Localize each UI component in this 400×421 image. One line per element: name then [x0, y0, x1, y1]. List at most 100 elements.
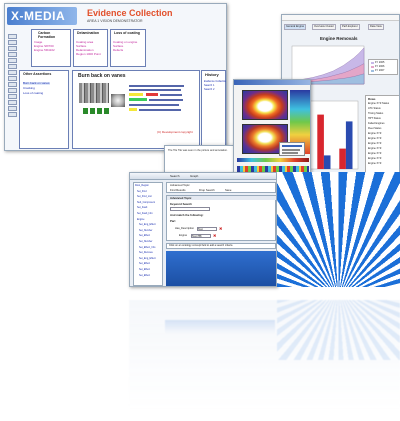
other-assertion-item[interactable]: Loss of coating — [23, 92, 43, 95]
bar — [345, 121, 353, 169]
tree-item[interactable]: Set_Effect — [139, 268, 150, 271]
legend-swatch — [371, 66, 374, 68]
history-item[interactable]: Search 2 — [204, 88, 214, 92]
tree-item[interactable]: Sub_Component — [137, 201, 155, 204]
toolbar-find-results[interactable]: Find Results — [170, 189, 186, 192]
sidebar-button[interactable] — [8, 40, 17, 45]
side-panel-item[interactable]: Engine XYZ Status — [368, 102, 389, 106]
side-panel-label: Rows — [368, 97, 376, 101]
chart-tab[interactable]: Data View — [368, 24, 384, 30]
thermal-context-menu[interactable] — [279, 142, 305, 156]
chart-tab[interactable]: Overview Cluster — [312, 24, 336, 30]
side-panel-item[interactable]: Engine XYZ — [368, 142, 381, 146]
remove-criteria-icon[interactable]: ✖ — [219, 227, 222, 231]
menu-item[interactable] — [282, 145, 302, 147]
toolbar-advanced-topic[interactable]: Advanced Topic — [170, 184, 190, 187]
side-panel-item[interactable]: ATC Status — [368, 107, 381, 111]
tree-item[interactable]: Set_Fault_Info — [137, 212, 153, 215]
side-panel-item[interactable]: Failed Engines — [368, 122, 385, 126]
other-assertions-title: Other Assertions — [23, 72, 52, 76]
annotation-marker — [83, 108, 109, 114]
side-panel-item[interactable]: Engine XYZ — [368, 157, 381, 161]
keyword-label: Keyword Search — [170, 202, 192, 206]
text-highlight — [129, 98, 147, 101]
sidebar-button[interactable] — [8, 70, 17, 75]
sidebar-button[interactable] — [8, 106, 17, 111]
side-panel-item[interactable]: HPT Status — [368, 117, 381, 121]
side-panel-item[interactable]: Engine XYZ — [368, 132, 381, 136]
side-panel-item[interactable]: Engine XYZ — [368, 147, 381, 151]
criteria-label-description: Has_Description — [175, 227, 195, 230]
other-assertion-item[interactable]: Cracking — [23, 87, 35, 90]
tree-item[interactable]: Set_Effect — [139, 262, 150, 265]
sidebar-button[interactable] — [8, 112, 17, 117]
tree-item[interactable]: Set_Remove — [139, 251, 153, 254]
chart-side-panel: Rows Engine XYZ Status ATC Status Timing S… — [365, 95, 399, 175]
tab-graph[interactable]: Graph — [190, 175, 198, 178]
sidebar-button[interactable] — [8, 76, 17, 81]
sidebar-button[interactable] — [8, 64, 17, 69]
tree-item[interactable]: Set_Effect — [139, 234, 150, 237]
tree-item[interactable]: Set_Eng_Effect — [139, 223, 156, 226]
tree-item[interactable]: Set_Number — [139, 240, 152, 243]
section-delamination: Delamination Coating area Surface Delami… — [73, 29, 108, 67]
tab-search[interactable]: Search — [170, 175, 180, 178]
tree-list: Root_Region Set_Find Set_Find_List Sub_Comp… — [135, 184, 163, 285]
thermal-scale-bar — [237, 158, 309, 162]
sidebar-button[interactable] — [8, 94, 17, 99]
side-panel-item[interactable]: Timing Status — [368, 112, 383, 116]
bar — [317, 114, 324, 169]
criteria-label-engine: Engine — [179, 234, 188, 237]
side-panel-item[interactable]: Engine XYZ — [368, 137, 381, 141]
criteria-input-engine[interactable] — [191, 234, 211, 238]
other-assertion-item[interactable]: Burn back on vanes — [23, 82, 50, 85]
tree-item[interactable]: Root_Region — [135, 184, 149, 187]
tree-item[interactable]: Set_Find — [137, 190, 147, 193]
section-item[interactable]: Engine 5R4102 — [34, 49, 55, 52]
section-item[interactable]: Defects — [113, 49, 123, 52]
search-footer: Click on an ontology concept field to ad… — [166, 243, 276, 249]
other-assertions-panel: Other Assertions Burn back on vanes Crac… — [19, 70, 69, 149]
side-panel-item[interactable]: Engine XYZ — [368, 152, 381, 156]
legend-swatch — [371, 62, 374, 64]
sidebar-button[interactable] — [8, 46, 17, 51]
main-content-title: Burn back on vanes — [78, 73, 126, 79]
tree-item[interactable]: Set_Effect_Info — [139, 246, 155, 249]
menu-item[interactable] — [282, 152, 298, 154]
sidebar-button[interactable] — [8, 52, 17, 57]
main-content-panel: Burn back on vanes (C) Development copyr… — [72, 70, 200, 149]
tree-item[interactable]: Set_Fault — [137, 206, 147, 209]
chart-tab[interactable]: General Engine — [284, 24, 307, 30]
reflection-swirl — [277, 300, 400, 360]
chart-tab[interactable]: Path Explorer — [340, 24, 360, 30]
section-item[interactable]: Region 1000 Point — [76, 53, 101, 56]
toolbar-save[interactable]: Save — [225, 189, 231, 192]
tree-item[interactable]: Set_Find_List — [137, 195, 152, 198]
sidebar-button[interactable] — [8, 58, 17, 63]
footer-link[interactable]: (C) Development copyright — [157, 131, 193, 134]
side-panel-item[interactable]: Fleet Status — [368, 127, 381, 131]
tree-item[interactable]: Set_Number — [139, 229, 152, 232]
section-carbon-formation: Carbon Formation Image Engine S8/700 Eng… — [31, 29, 71, 67]
remove-criteria-icon[interactable]: ✖ — [213, 234, 216, 238]
thermal-titlebar — [234, 80, 310, 85]
side-panel-item[interactable]: Engine XYZ — [368, 162, 381, 166]
sidebar-button[interactable] — [8, 82, 17, 87]
chart-titlebar — [282, 15, 399, 21]
evidence-collection-window: X-MEDIA Evidence Collection AREA 1 VISIO… — [4, 3, 227, 151]
sidebar-button[interactable] — [8, 88, 17, 93]
section-loss-of-coating: Loss of coating Coating on engine Surfac… — [110, 29, 146, 67]
document-paragraph: The Tile Tile was seen in the picture an… — [168, 149, 228, 152]
keyword-input[interactable] — [170, 207, 210, 211]
chart-tabs: General Engine Overview Cluster Path Explo… — [284, 24, 399, 30]
criteria-input-description[interactable] — [197, 227, 217, 231]
search-toolbar: Advanced Topic Find Results Drop Search … — [166, 182, 276, 193]
sidebar-button[interactable] — [8, 100, 17, 105]
tree-item[interactable]: Engine — [137, 218, 144, 221]
sidebar-button[interactable] — [8, 34, 17, 39]
tree-item[interactable]: Set_Eng_Effect — [139, 257, 156, 260]
toolbar-drop-search[interactable]: Drop Search — [199, 189, 215, 192]
tree-item[interactable]: Set_Effect — [139, 274, 150, 277]
menu-item[interactable] — [282, 149, 300, 151]
search-window: Search Graph Root_Region Set_Find Set_Find… — [129, 172, 277, 287]
